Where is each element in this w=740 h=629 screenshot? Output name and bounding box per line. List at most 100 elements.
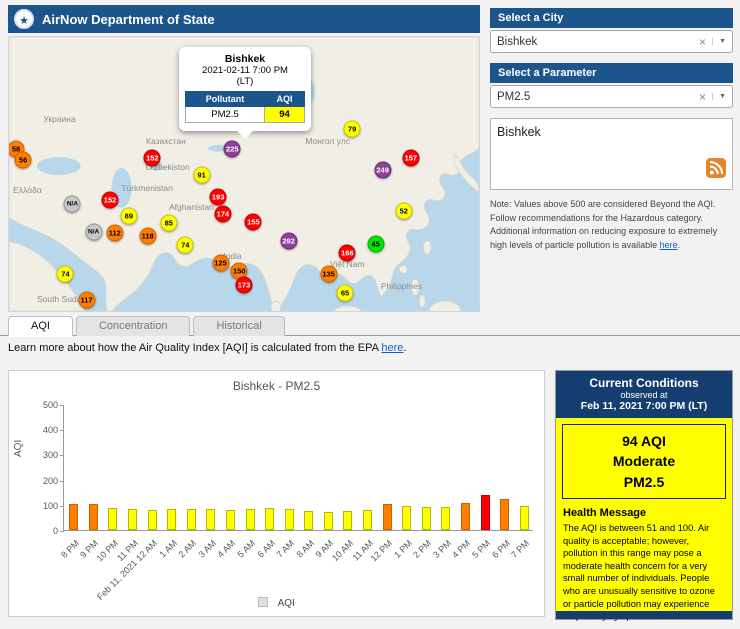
aqi-bar[interactable] (88, 503, 98, 530)
tab-concentration[interactable]: Concentration (75, 316, 191, 336)
cc-category: Moderate (612, 453, 676, 470)
y-tick-mark (60, 405, 64, 406)
legend-label: AQI (277, 598, 295, 609)
aqi-map-marker[interactable]: 117 (78, 291, 96, 309)
legend-swatch-icon (258, 597, 269, 607)
cc-aqi-value: 94 AQI (622, 433, 666, 449)
dos-seal-logo: ★ (14, 9, 34, 29)
y-tick-mark (60, 531, 64, 532)
popup-col-pollutant: Pollutant (184, 91, 266, 107)
aqi-map-marker[interactable]: 52 (395, 202, 413, 220)
parameter-clear-icon[interactable]: × (699, 90, 706, 104)
aqi-bar[interactable] (363, 509, 373, 530)
aqi-map-marker[interactable]: 152 (101, 191, 119, 209)
aqi-map-marker[interactable]: 249 (374, 161, 392, 179)
map-country-label: Ελλάδα (13, 185, 42, 196)
aqi-bar[interactable] (284, 508, 294, 530)
aqi-map-marker[interactable]: 225 (223, 140, 241, 158)
parameter-chevron-down-icon[interactable]: ▼ (712, 93, 726, 100)
rss-feed-icon[interactable] (706, 158, 726, 183)
y-tick-label: 300 (42, 450, 58, 461)
aqi-bar[interactable] (225, 509, 235, 530)
app-header: ★ AirNow Department of State (8, 5, 480, 33)
aqi-map-marker[interactable]: 152 (143, 149, 161, 167)
aqi-map-marker[interactable]: 292 (280, 232, 298, 250)
aqi-bar[interactable] (128, 509, 138, 530)
aqi-map-marker[interactable]: 118 (139, 227, 157, 245)
aqi-map-marker[interactable]: 45 (367, 235, 385, 253)
aqi-bar[interactable] (519, 506, 529, 530)
select-city-header: Select a City (490, 8, 733, 28)
aqi-bar[interactable] (167, 509, 177, 530)
aqi-bar[interactable] (460, 502, 470, 530)
tab-aqi[interactable]: AQI (8, 316, 73, 337)
parameter-select-value: PM2.5 (497, 90, 531, 103)
aqi-map-marker[interactable]: 173 (235, 276, 253, 294)
aqi-bar[interactable] (245, 508, 255, 530)
aqi-bar[interactable] (186, 508, 196, 530)
map-popup: Bishkek 2021-02-11 7:00 PM (LT) Pollutan… (179, 47, 311, 139)
aqi-bar[interactable] (402, 505, 412, 530)
cc-title: Current Conditions (589, 376, 699, 390)
aqi-map-marker[interactable]: 74 (176, 236, 194, 254)
aqi-map-marker[interactable]: 155 (244, 213, 262, 231)
aqi-map-marker[interactable]: 174 (214, 205, 232, 223)
aqi-map-marker[interactable]: 89 (120, 207, 138, 225)
aqi-map-marker[interactable]: 74 (56, 265, 74, 283)
aqi-bar[interactable] (323, 512, 333, 530)
aqi-map-marker[interactable]: 193 (209, 188, 227, 206)
popup-col-aqi: AQI (264, 91, 305, 107)
aqi-bar[interactable] (343, 510, 353, 530)
aqi-map-marker[interactable]: 157 (402, 149, 420, 167)
app-title: AirNow Department of State (42, 11, 215, 27)
aqi-bar[interactable] (69, 503, 79, 530)
aqi-map-marker[interactable]: 166 (338, 244, 356, 262)
aqi-bar[interactable] (441, 506, 451, 530)
aqi-bar[interactable] (500, 499, 510, 530)
aqi-chart-panel: Bishkek - PM2.5 AQI 0 100 200 300 400 500 8 P… (8, 370, 545, 617)
cc-footer-bar (556, 611, 732, 619)
aqi-bar[interactable] (421, 507, 431, 530)
aqi-map[interactable]: РоссияУкраинаКазахстанМонгол улсO'zbekis… (8, 36, 480, 312)
aqi-map-marker[interactable]: 125 (212, 254, 229, 272)
chart-plot-area: 0 100 200 300 400 500 8 PM 9 PM 10 PM 11 PM Feb 1… (43, 400, 533, 602)
city-clear-icon[interactable]: × (699, 35, 706, 49)
aqi-map-marker[interactable]: 91 (193, 166, 211, 184)
aqi-bar[interactable] (206, 509, 216, 530)
aqi-bar[interactable] (304, 511, 314, 530)
aqi-bar[interactable] (265, 508, 275, 530)
aqi-map-marker[interactable]: 112 (106, 224, 124, 242)
map-country-label: Afghanistan (169, 201, 214, 212)
map-country-label: Казахстан (146, 136, 186, 147)
popup-table: Pollutant AQI PM2.5 94 (184, 91, 305, 123)
aqi-bar[interactable] (147, 509, 157, 530)
cc-observed: observed at (620, 390, 668, 400)
y-tick-label: 100 (42, 500, 58, 511)
aqi-bar[interactable] (108, 507, 118, 530)
y-tick-label: 500 (42, 400, 58, 410)
parameter-select[interactable]: PM2.5 × ▼ (490, 85, 733, 108)
aqi-map-marker[interactable]: N/A (85, 223, 103, 241)
aqi-map-marker[interactable]: 85 (160, 214, 178, 232)
note-here-link[interactable]: here (660, 240, 678, 250)
aqi-map-marker[interactable]: 79 (343, 120, 361, 138)
y-tick-label: 200 (42, 475, 58, 486)
popup-datetime: 2021-02-11 7:00 PM (202, 65, 288, 76)
note-text: Note: Values above 500 are considered Be… (490, 199, 718, 250)
chart-legend: AQI (9, 593, 544, 611)
cc-datetime: Feb 11, 2021 7:00 PM (LT) (580, 400, 708, 412)
aqi-map-marker[interactable]: 65 (336, 284, 354, 302)
epa-here-link[interactable]: here (381, 342, 403, 354)
city-chevron-down-icon[interactable]: ▼ (712, 38, 726, 45)
city-select[interactable]: Bishkek × ▼ (490, 30, 733, 53)
aqi-bar[interactable] (382, 504, 392, 530)
current-conditions-header: Current Conditions observed at Feb 11, 2… (556, 371, 732, 418)
aqi-map-marker[interactable]: 56 (14, 151, 32, 169)
aqi-map-marker[interactable]: N/A (63, 195, 81, 213)
aqi-bar[interactable] (480, 494, 490, 530)
y-tick-label: 400 (42, 425, 58, 436)
popup-arrow (237, 131, 253, 139)
aqi-map-marker[interactable]: 135 (320, 265, 338, 283)
tab-historical[interactable]: Historical (193, 316, 285, 336)
popup-city: Bishkek (224, 53, 266, 65)
